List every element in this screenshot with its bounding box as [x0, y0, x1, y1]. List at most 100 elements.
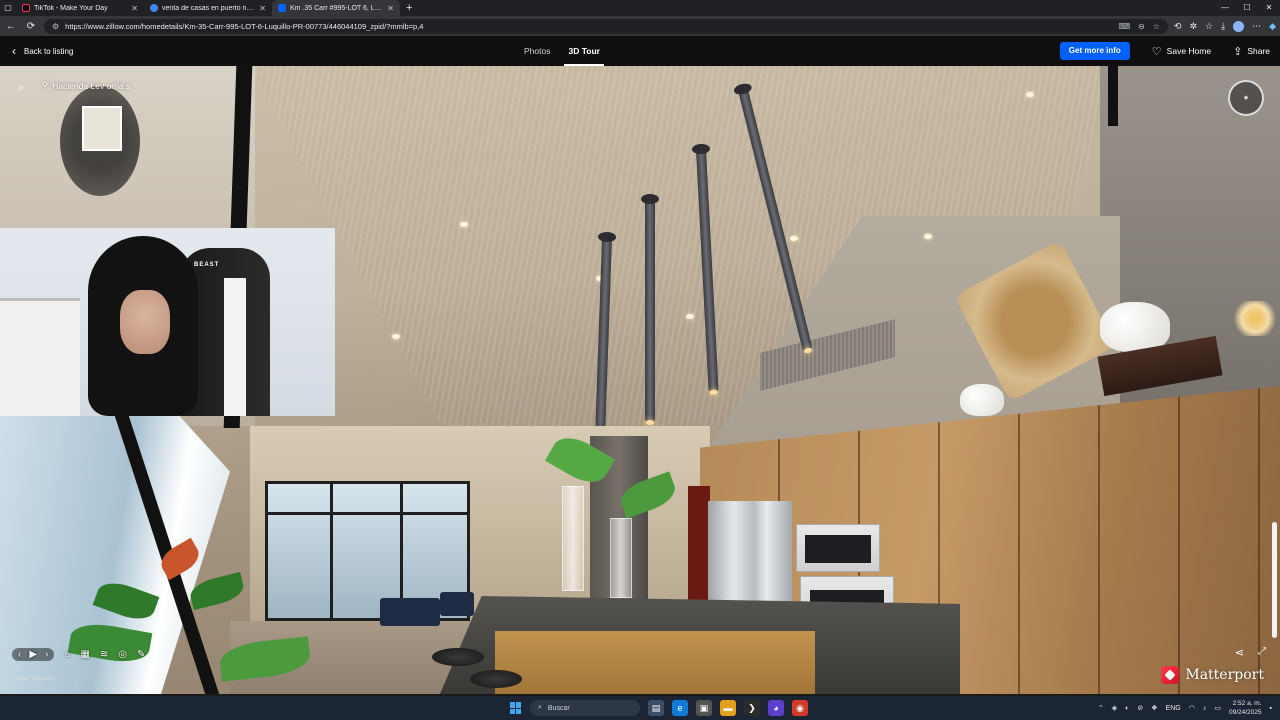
bar-stool — [470, 670, 522, 688]
reload-icon[interactable]: ⟳ — [24, 21, 38, 32]
browser-tab-tiktok[interactable]: TikTok - Make Your Day ✕ — [16, 0, 144, 16]
previous-icon[interactable]: ‹ — [18, 649, 21, 660]
tour-location: ⚲ Hacienda Lev orria s — [42, 80, 130, 91]
next-icon[interactable]: › — [45, 649, 48, 660]
downloads-icon[interactable]: ⤓ — [1221, 21, 1225, 32]
glass-vase — [610, 518, 632, 598]
browser-tab-search[interactable]: venta de casas en puerto rico - B ✕ — [144, 0, 272, 16]
tour-nav: ‹ ▶ › — [12, 647, 55, 661]
search-favicon-icon — [150, 4, 158, 12]
windows-taskbar: ⌕ Buscar ▤ e ▣ ▬ ❯ ◕ ◉ ⌃ ◈ ◐ ⊘ ❖ ENG ◠ ♪… — [0, 696, 1280, 720]
chrome-icon[interactable]: ◉ — [792, 700, 808, 716]
widgets-icon[interactable]: ▤ — [648, 700, 664, 716]
taskbar-apps: ⌕ Buscar ▤ e ▣ ▬ ❯ ◕ ◉ — [510, 696, 808, 720]
get-more-info-button[interactable]: Get more info — [1059, 42, 1130, 60]
language-indicator[interactable]: ENG — [1166, 705, 1181, 712]
tour-footer: Terms · Tabernero — [14, 676, 55, 682]
close-tab-icon[interactable]: ✕ — [131, 4, 138, 13]
heart-icon: ♡ — [1151, 45, 1162, 58]
search-icon[interactable]: ⌕ — [18, 82, 24, 95]
webcam-overlay: BEAST — [0, 228, 335, 416]
notification-icon[interactable]: ▪ — [1270, 705, 1272, 712]
profile-avatar[interactable] — [1233, 20, 1245, 32]
tray-chevron-icon[interactable]: ⌃ — [1098, 704, 1104, 712]
compass-icon[interactable]: ◉ — [1228, 80, 1264, 116]
window-controls: — ☐ ✕ — [1214, 0, 1280, 16]
wifi-icon[interactable]: ◠ — [1189, 704, 1195, 712]
back-to-listing-button[interactable]: ‹ Back to listing — [12, 36, 73, 66]
tab-3d-tour[interactable]: 3D Tour — [564, 36, 605, 66]
volume-icon[interactable]: ♪ — [1203, 705, 1207, 712]
windows-start-icon[interactable] — [510, 702, 522, 714]
close-tab-icon[interactable]: ✕ — [259, 4, 266, 13]
play-icon[interactable]: ▶ — [29, 649, 37, 660]
tour-share-icon[interactable]: ⋖ — [1235, 646, 1244, 659]
back-icon[interactable]: ← — [4, 21, 18, 32]
new-tab-button[interactable]: + — [400, 2, 418, 14]
tab-title: TikTok - Make Your Day — [34, 4, 108, 12]
tiktok-favicon-icon — [22, 4, 30, 12]
browser-tabstrip: ▢ TikTok - Make Your Day ✕ venta de casa… — [0, 0, 1280, 16]
webcam-face — [120, 290, 170, 354]
chevron-left-icon: ‹ — [12, 44, 16, 58]
bookmark-star-icon[interactable]: ☆ — [1153, 22, 1160, 31]
terminal-icon[interactable]: ❯ — [744, 700, 760, 716]
zoom-icon[interactable]: ⊖ — [1138, 22, 1145, 31]
matterport-logo-icon — [1161, 666, 1180, 684]
white-pot-decor — [960, 384, 1004, 416]
tray-app-icon[interactable]: ◐ — [1125, 705, 1129, 712]
location-pin-icon: ⚲ — [42, 80, 49, 90]
puzzle-icon[interactable]: ✲ — [1189, 21, 1197, 32]
store-icon[interactable]: ▣ — [696, 700, 712, 716]
close-tab-icon[interactable]: ✕ — [387, 4, 394, 13]
maximize-icon[interactable]: ☐ — [1236, 0, 1258, 16]
taskbar-search[interactable]: ⌕ Buscar — [530, 700, 640, 716]
matterport-brand[interactable]: Matterport — [1161, 666, 1264, 684]
dollhouse-icon[interactable]: ⌂ — [64, 649, 70, 660]
zillow-favicon-icon — [278, 4, 286, 12]
tab-actions-icon[interactable]: ▢ — [0, 0, 16, 16]
door-frame — [688, 486, 710, 606]
fullscreen-icon[interactable]: ⤢ — [1258, 646, 1266, 657]
browser-tab-zillow[interactable]: Km .35 Carr #995-LOT 6, Luquillo ✕ — [272, 0, 400, 16]
location-label: Hacienda Lev orria s — [52, 80, 131, 91]
armchair — [440, 592, 474, 616]
glass-vase — [562, 486, 584, 591]
minimize-icon[interactable]: — — [1214, 0, 1236, 16]
discord-icon[interactable]: ◕ — [768, 700, 784, 716]
share-icon: ⇪ — [1233, 45, 1243, 58]
tray-app-icon[interactable]: ⊘ — [1137, 704, 1143, 712]
measure-icon[interactable]: ✎ — [137, 649, 145, 660]
site-info-icon[interactable]: ⚙ — [52, 22, 59, 31]
address-bar[interactable]: ⚙ https://www.zillow.com/homedetails/Km-… — [44, 18, 1168, 34]
favorites-icon[interactable]: ☆ — [1205, 21, 1213, 32]
file-explorer-icon[interactable]: ▬ — [720, 700, 736, 716]
webcam-bed — [0, 298, 80, 416]
bar-stool — [432, 648, 484, 666]
ceiling-light — [790, 236, 798, 241]
floorplan-icon[interactable]: ▦ — [80, 649, 89, 660]
tab-photos[interactable]: Photos — [524, 36, 550, 66]
tray-app-icon[interactable]: ◈ — [1112, 704, 1117, 712]
copilot-icon[interactable]: ◆ — [1269, 21, 1276, 32]
microwave-oven — [796, 524, 880, 572]
browser-toolbar: ← ⟳ ⚙ https://www.zillow.com/homedetails… — [0, 16, 1280, 36]
extension-icon[interactable]: ⟲ — [1174, 21, 1182, 32]
floors-icon[interactable]: ≋ — [100, 649, 108, 660]
translate-icon[interactable]: ⌨ — [1119, 22, 1131, 31]
close-window-icon[interactable]: ✕ — [1258, 0, 1280, 16]
edge-icon[interactable]: e — [672, 700, 688, 716]
url-text: https://www.zillow.com/homedetails/Km-35… — [65, 21, 424, 31]
share-button[interactable]: ⇪ Share — [1233, 45, 1270, 58]
tray-app-icon[interactable]: ❖ — [1151, 704, 1157, 712]
view-icon[interactable]: ◎ — [118, 649, 127, 660]
ceiling-light — [392, 334, 400, 339]
battery-icon[interactable]: ▭ — [1214, 704, 1221, 712]
ceiling-light — [1026, 92, 1034, 97]
save-home-button[interactable]: ♡ Save Home — [1152, 45, 1211, 58]
menu-dots-icon[interactable]: ⋯ — [1252, 21, 1261, 32]
clock[interactable]: 2:52 a. m. 09/24/2025 — [1229, 699, 1262, 717]
orchid-decor — [1230, 301, 1280, 336]
taskbar-search-label: Buscar — [547, 704, 570, 712]
scrollbar[interactable] — [1272, 522, 1277, 638]
